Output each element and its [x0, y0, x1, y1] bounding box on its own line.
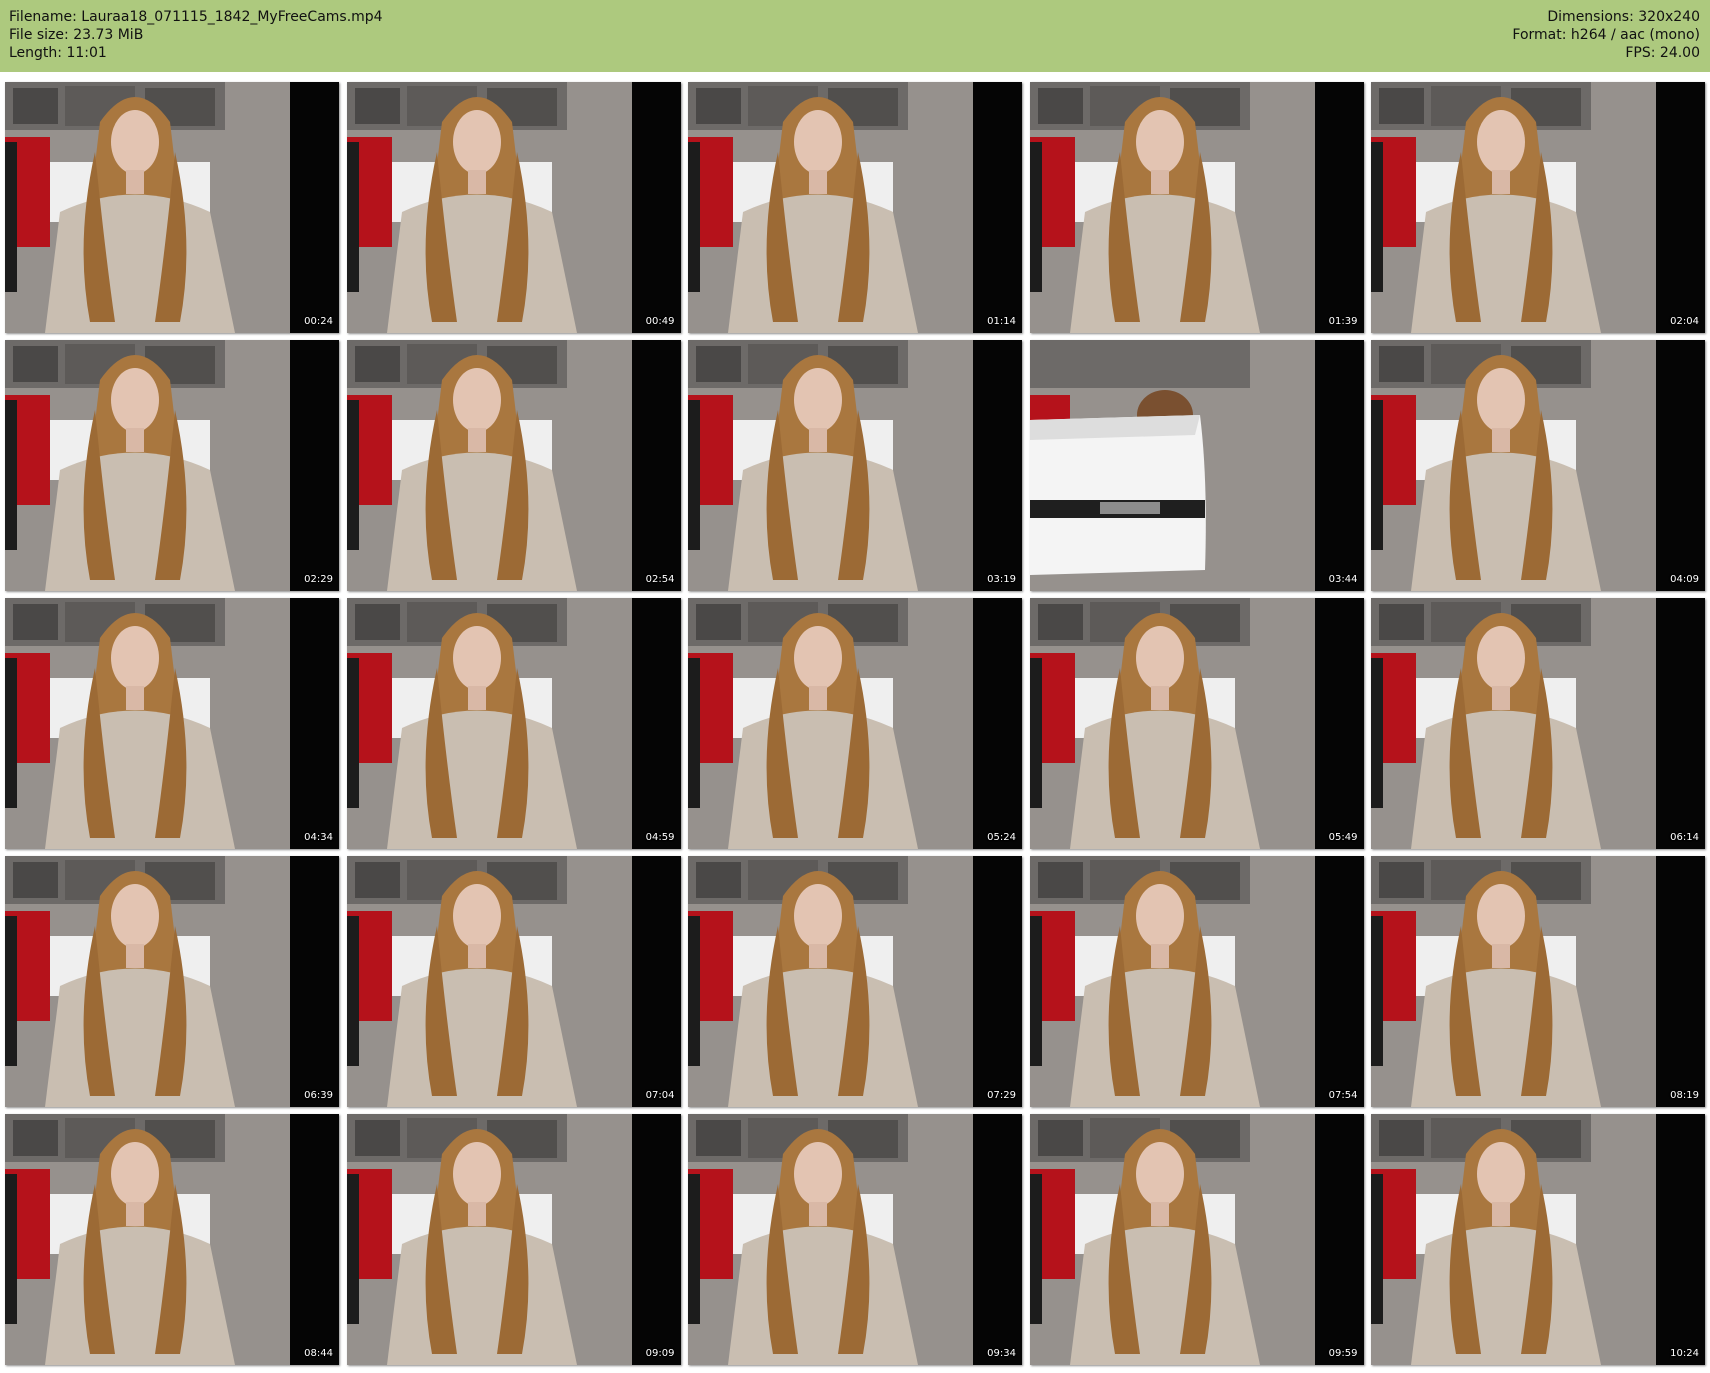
thumbnail-timestamp: 09:34	[987, 1348, 1016, 1359]
frame-image	[1029, 856, 1364, 1107]
thumbnail-timestamp: 01:39	[1328, 316, 1358, 327]
video-thumbnail: 00:24	[5, 82, 339, 333]
video-thumbnail: 07:54	[1029, 856, 1364, 1107]
frame-image	[1371, 1114, 1705, 1365]
thumbnail-grid: 00:24 00:49 01:14 01:39 02:04 02:29 02:54 03:19…	[5, 82, 1705, 1365]
format-text: Format: h264 / aac (mono)	[1512, 27, 1700, 43]
filesize-text: File size: 23.73 MiB	[9, 27, 144, 43]
thumbnail-timestamp: 09:09	[645, 1348, 675, 1359]
video-thumbnail: 04:09	[1371, 340, 1705, 591]
thumbnail-timestamp: 03:19	[987, 574, 1016, 585]
frame-image	[1371, 82, 1705, 333]
video-thumbnail: 02:29	[5, 340, 339, 591]
thumbnail-timestamp: 06:14	[1670, 832, 1699, 843]
video-thumbnail: 01:14	[688, 82, 1022, 333]
video-thumbnail: 04:59	[346, 598, 681, 849]
thumbnail-timestamp: 00:49	[645, 316, 675, 327]
file-meta-right: Dimensions: 320x240 Format: h264 / aac (…	[1512, 8, 1700, 62]
thumbnail-timestamp: 06:39	[304, 1090, 333, 1101]
frame-image	[1371, 598, 1705, 849]
video-thumbnail: 02:04	[1371, 82, 1705, 333]
thumbnail-timestamp: 02:29	[304, 574, 333, 585]
video-thumbnail: 07:04	[346, 856, 681, 1107]
frame-image	[1029, 598, 1364, 849]
thumbnail-timestamp: 02:04	[1670, 316, 1699, 327]
frame-image	[5, 1114, 339, 1365]
video-thumbnail: 04:34	[5, 598, 339, 849]
video-thumbnail: 05:24	[688, 598, 1022, 849]
thumbnail-timestamp: 01:14	[987, 316, 1016, 327]
video-thumbnail: 03:19	[688, 340, 1022, 591]
video-thumbnail: 09:59	[1029, 1114, 1364, 1365]
frame-image	[1029, 1114, 1364, 1365]
info-header: Filename: Lauraa18_071115_1842_MyFreeCam…	[0, 0, 1710, 72]
video-thumbnail: 09:34	[688, 1114, 1022, 1365]
fps-text: FPS: 24.00	[1625, 45, 1700, 61]
thumbnail-timestamp: 00:24	[304, 316, 333, 327]
dimensions-text: Dimensions: 320x240	[1547, 9, 1700, 25]
filename-text: Filename: Lauraa18_071115_1842_MyFreeCam…	[9, 9, 383, 25]
frame-image	[346, 340, 681, 591]
thumbnail-timestamp: 07:54	[1328, 1090, 1358, 1101]
frame-image	[346, 856, 681, 1107]
thumbnail-timestamp: 04:59	[645, 832, 675, 843]
video-thumbnail: 02:54	[346, 340, 681, 591]
frame-image	[346, 598, 681, 849]
frame-image	[5, 856, 339, 1107]
frame-image	[1029, 82, 1364, 333]
video-thumbnail: 01:39	[1029, 82, 1364, 333]
frame-image	[1371, 340, 1705, 591]
frame-image	[688, 598, 1022, 849]
thumbnail-timestamp: 05:24	[987, 832, 1016, 843]
frame-image	[346, 1114, 681, 1365]
thumbnail-timestamp: 07:04	[645, 1090, 675, 1101]
video-thumbnail: 08:19	[1371, 856, 1705, 1107]
frame-image	[5, 598, 339, 849]
video-thumbnail: 07:29	[688, 856, 1022, 1107]
frame-image	[688, 856, 1022, 1107]
video-thumbnail: 03:44	[1029, 340, 1364, 591]
thumbnail-timestamp: 05:49	[1328, 832, 1358, 843]
thumbnail-timestamp: 08:44	[304, 1348, 333, 1359]
frame-image	[688, 1114, 1022, 1365]
frame-image	[346, 82, 681, 333]
thumbnail-timestamp: 02:54	[645, 574, 675, 585]
video-thumbnail: 06:39	[5, 856, 339, 1107]
frame-image	[5, 340, 339, 591]
file-meta-left: Filename: Lauraa18_071115_1842_MyFreeCam…	[9, 8, 383, 62]
video-thumbnail: 00:49	[346, 82, 681, 333]
frame-image	[5, 82, 339, 333]
thumbnail-timestamp: 08:19	[1670, 1090, 1699, 1101]
video-thumbnail: 08:44	[5, 1114, 339, 1365]
thumbnail-timestamp: 07:29	[987, 1090, 1016, 1101]
thumbnail-timestamp: 04:09	[1670, 574, 1699, 585]
thumbnail-timestamp: 09:59	[1328, 1348, 1358, 1359]
length-text: Length: 11:01	[9, 45, 107, 61]
frame-image	[688, 340, 1022, 591]
thumbnail-timestamp: 03:44	[1328, 574, 1358, 585]
frame-image	[1371, 856, 1705, 1107]
video-thumbnail: 05:49	[1029, 598, 1364, 849]
thumbnail-timestamp: 10:24	[1670, 1348, 1699, 1359]
frame-image	[1029, 340, 1364, 591]
frame-image	[688, 82, 1022, 333]
video-thumbnail: 09:09	[346, 1114, 681, 1365]
video-thumbnail: 06:14	[1371, 598, 1705, 849]
thumbnail-timestamp: 04:34	[304, 832, 333, 843]
video-thumbnail: 10:24	[1371, 1114, 1705, 1365]
